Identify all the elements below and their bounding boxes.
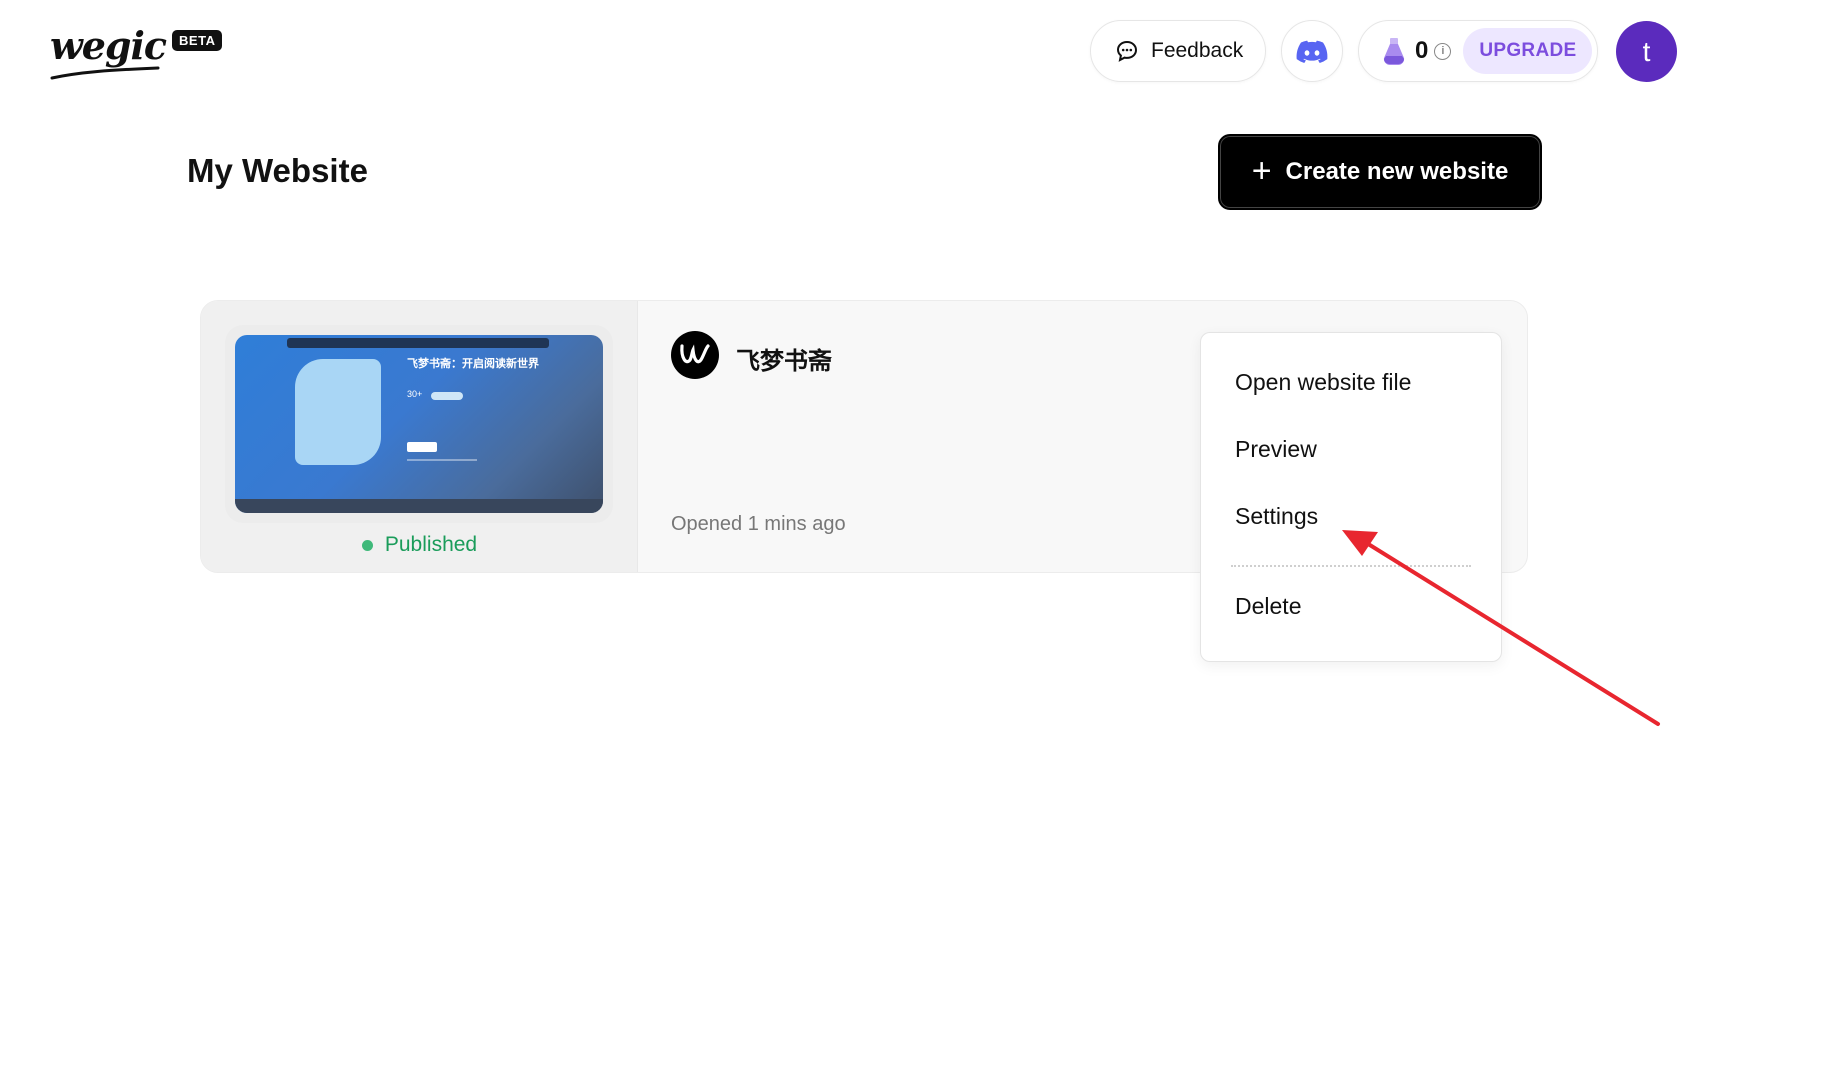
feedback-button[interactable]: Feedback <box>1090 20 1266 82</box>
thumb-hero-image <box>295 359 381 465</box>
page: wegic BETA Feedback 0 i UPGRADE t My Web… <box>0 0 1839 1086</box>
thumb-headline: 飞梦书斋：开启阅读新世界 <box>407 358 539 370</box>
thumb-footer <box>235 499 603 513</box>
thumb-caption <box>407 459 477 461</box>
wegic-logo[interactable]: wegic BETA <box>50 22 223 80</box>
website-thumbnail[interactable]: 飞梦书斋：开启阅读新世界 30+ <box>235 335 603 513</box>
logo-swoosh-icon <box>50 66 160 80</box>
credits-widget: 0 i UPGRADE <box>1358 20 1598 82</box>
credit-count: 0 <box>1415 37 1429 64</box>
website-name[interactable]: 飞梦书斋 <box>736 341 832 376</box>
status-dot-icon <box>361 539 373 551</box>
page-title: My Website <box>187 152 368 189</box>
create-button-label: Create new website <box>1285 158 1509 185</box>
website-context-menu: Open website file Preview Settings Delet… <box>1200 332 1502 662</box>
info-icon[interactable]: i <box>1434 42 1452 60</box>
menu-divider <box>1231 565 1471 567</box>
create-new-website-button[interactable]: + Create new website <box>1218 134 1542 210</box>
feedback-label: Feedback <box>1151 39 1244 62</box>
menu-item-open-website-file[interactable]: Open website file <box>1235 369 1411 396</box>
potion-flask-icon <box>1383 38 1405 66</box>
status-label: Published <box>384 533 478 556</box>
menu-item-settings[interactable]: Settings <box>1235 503 1318 530</box>
publish-status: Published <box>201 533 638 557</box>
user-avatar[interactable]: t <box>1616 21 1677 82</box>
plus-icon: + <box>1251 151 1272 190</box>
discord-icon <box>1296 40 1328 63</box>
chat-bubble-icon <box>1116 40 1138 62</box>
thumbnail-frame: 飞梦书斋：开启阅读新世界 30+ <box>225 325 613 523</box>
site-logo-icon <box>671 331 719 379</box>
thumb-avatars <box>431 392 463 400</box>
thumb-navbar <box>287 338 549 348</box>
upgrade-button[interactable]: UPGRADE <box>1463 28 1593 74</box>
thumbnail-column: 飞梦书斋：开启阅读新世界 30+ Published <box>201 301 638 572</box>
thumb-cta <box>407 442 437 452</box>
last-opened-text: Opened 1 mins ago <box>671 513 846 535</box>
menu-item-preview[interactable]: Preview <box>1235 436 1317 463</box>
thumb-stat: 30+ <box>407 389 423 399</box>
discord-button[interactable] <box>1281 20 1343 82</box>
beta-badge: BETA <box>172 30 223 51</box>
menu-item-delete[interactable]: Delete <box>1235 593 1301 620</box>
logo-wordmark: wegic <box>50 23 167 68</box>
